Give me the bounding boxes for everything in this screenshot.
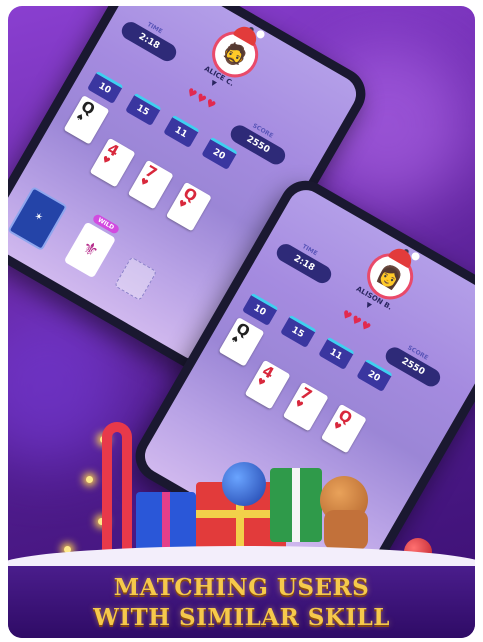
column-count: 11 [163, 114, 200, 148]
column-count: 10 [242, 292, 279, 326]
column-count: 20 [356, 358, 393, 392]
lives-hearts-icon: ♥♥♥ [184, 85, 219, 113]
playing-card[interactable]: Q ♥ [165, 181, 212, 232]
gift-box-icon [270, 468, 322, 542]
playing-card[interactable]: 7 ♥ [127, 159, 174, 210]
column-count: 10 [87, 70, 124, 104]
column-count: 15 [280, 314, 317, 348]
lives-hearts-icon: ♥♥♥ [339, 307, 374, 335]
tagline-line-1: MATCHING USERS [113, 574, 370, 601]
playing-card[interactable]: 4 ♥ [89, 137, 136, 188]
dropdown-arrow-icon: ▼ [209, 78, 218, 89]
playing-card[interactable]: Q ♥ [320, 403, 367, 454]
playing-card[interactable]: Q ♠ [218, 317, 265, 367]
draw-deck[interactable]: ✶ [8, 186, 68, 252]
empty-slot [114, 256, 158, 301]
column-count: 11 [318, 336, 355, 370]
tagline-line-2: WITH SIMILAR SKILL [93, 604, 390, 631]
column-count: 20 [201, 136, 238, 170]
playing-card[interactable]: 4 ♥ [244, 359, 291, 410]
dropdown-arrow-icon: ▼ [364, 300, 373, 311]
fairy-light-icon [86, 476, 93, 483]
gingerbread-body-icon [324, 510, 368, 550]
ornament-ball-icon [222, 462, 266, 506]
playing-card[interactable]: Q ♠ [63, 95, 110, 145]
promo-frame: 🧔 ALICE C. ▼ TIME 2:18 ♥♥♥ SCORE 2550 10… [8, 6, 475, 638]
playing-card[interactable]: 7 ♥ [282, 381, 329, 432]
column-count: 15 [125, 92, 162, 126]
candy-cane-icon [102, 422, 132, 562]
gift-box-icon [136, 492, 196, 552]
